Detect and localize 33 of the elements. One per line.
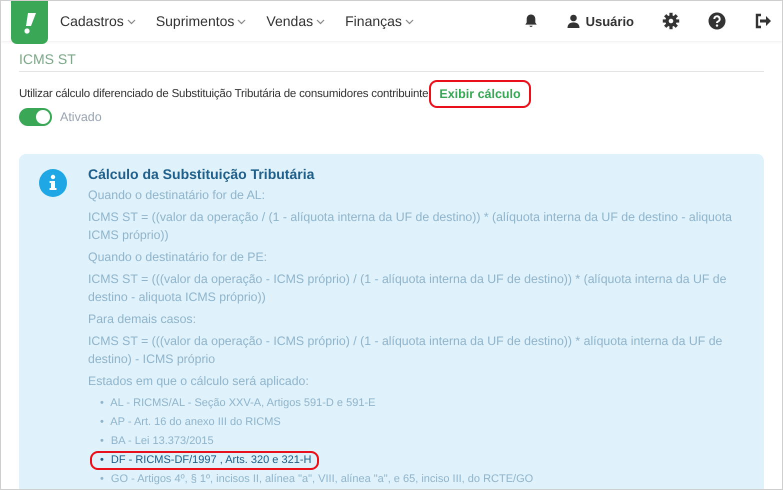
info-text: ICMS ST = (((valor da operação - ICMS próprio) / (1 - alíquota interna da UF de destino)) * (alíquota interna da UF de destino - aliquota ICMS próprio)) (88, 271, 728, 306)
option-label: Utilizar cálculo diferenciado de Substituição Tributária de consumidores contribuinte (19, 88, 428, 100)
state-list-item: • DF - RICMS-DF/1997 , Arts. 320 e 321-H (90, 451, 320, 470)
info-text: Estados em que o cálculo será aplicado: (88, 373, 310, 390)
user-icon (566, 14, 580, 28)
info-text: Quando o destinatário for de AL: (88, 187, 266, 204)
settings-icon[interactable] (662, 12, 680, 30)
logo-icon[interactable] (11, 1, 48, 44)
info-icon (39, 169, 67, 197)
menu-dropdown[interactable]: Finanças (345, 13, 414, 29)
menu-dropdown[interactable]: Cadastros (60, 13, 136, 29)
chevron-icon (126, 19, 136, 25)
toggle-label: Ativado (60, 110, 102, 124)
info-text: Para demais casos: (88, 311, 197, 328)
menu-dropdown[interactable]: Vendas (266, 13, 326, 29)
state-list-item: • AP - Art. 16 do anexo III do RICMS (99, 415, 282, 430)
info-text: ICMS ST = ((valor da operação / (1 - alíquota interna da UF de destino)) * (alíquota interna da UF de destino - aliquota ICMS próprio)) (88, 209, 733, 244)
section-title: ICMS ST (19, 51, 764, 72)
state-list-item: • AL - RICMS/AL - Seção XXV-A, Artigos 591-D e 591-E (99, 396, 376, 411)
toggle-switch[interactable] (19, 108, 52, 126)
chevron-icon (316, 19, 326, 25)
bell-icon[interactable] (522, 13, 539, 29)
chevron-icon (404, 19, 414, 25)
info-title: Cálculo da Substituição Tributária (88, 166, 316, 182)
menu-dropdown[interactable]: Suprimentos (156, 13, 246, 29)
logout-icon[interactable] (754, 13, 772, 29)
help-icon[interactable] (708, 12, 726, 30)
chevron-icon (237, 19, 246, 25)
state-list-item: • BA - Lei 13.373/2015 (99, 434, 215, 449)
info-text: Quando o destinatário for de PE: (88, 249, 268, 266)
state-list-item: • GO - Artigos 4º, § 1º, incisos II, alínea "a", VIII, alínea "a", e 65, inciso III, do RCTE/GO (99, 472, 534, 487)
info-text: ICMS ST = (((valor da operação - ICMS próprio) / (1 - alíquota interna da UF de destino)) * alíquota interna da UF de destino) - ICMS próprio (88, 333, 724, 368)
user-menu[interactable]: Usuário (566, 14, 634, 28)
